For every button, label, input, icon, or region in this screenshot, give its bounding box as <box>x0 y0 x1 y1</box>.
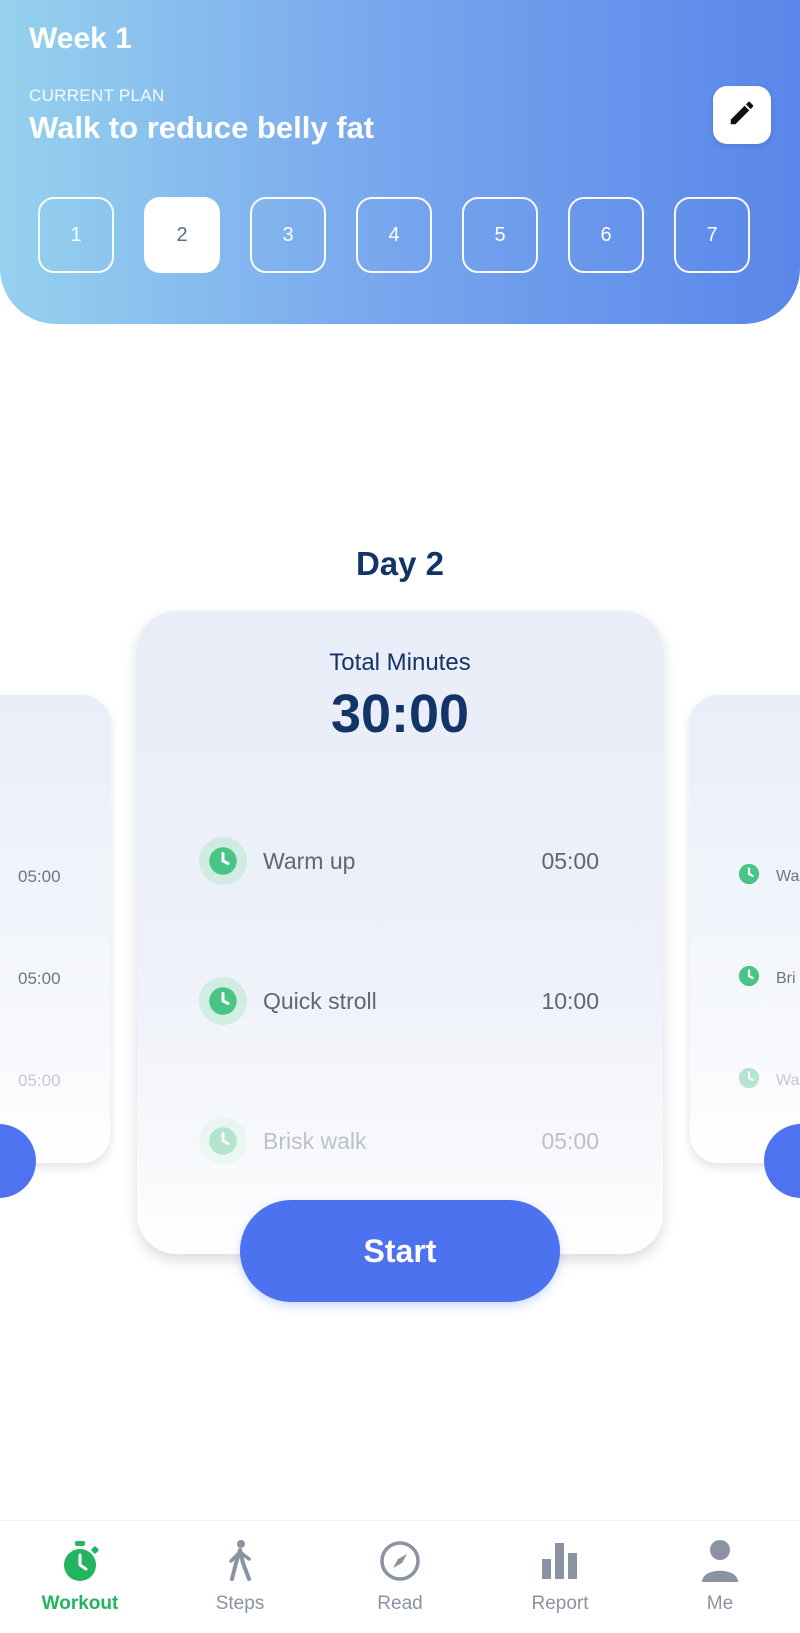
day-chip-4[interactable]: 4 <box>356 197 432 273</box>
exercise-time: 05:00 <box>541 1127 599 1154</box>
exercise-name: Wa <box>776 867 800 885</box>
exercise-name: Wa <box>776 1071 800 1089</box>
list-item: Warm up 05:00 <box>199 836 599 886</box>
tab-workout[interactable]: Workout <box>0 1521 160 1633</box>
workout-card: Total Minutes 30:00 Warm up 05:00 Quick … <box>137 611 663 1254</box>
edit-plan-button[interactable] <box>713 86 771 144</box>
exercise-name: Quick stroll <box>263 987 377 1014</box>
list-item: Quick stroll 10:00 <box>199 976 599 1026</box>
exercise-time: 05:00 <box>18 969 61 988</box>
walking-person-icon <box>225 1537 255 1585</box>
day-chip-7[interactable]: 7 <box>674 197 750 273</box>
tab-label: Steps <box>215 1593 265 1614</box>
tab-read[interactable]: Read <box>320 1521 480 1633</box>
tab-me[interactable]: Me <box>640 1521 800 1633</box>
total-minutes-value: 30:00 <box>330 684 470 744</box>
bar-chart-icon <box>539 1537 581 1585</box>
clock-icon <box>738 965 760 992</box>
compass-icon <box>379 1537 421 1585</box>
day-heading: Day 2 <box>355 545 445 582</box>
day-chip-1[interactable]: 1 <box>38 197 114 273</box>
day-chip-3[interactable]: 3 <box>250 197 326 273</box>
bottom-tab-bar: Workout Steps Read Report Me <box>0 1520 800 1633</box>
list-item: Wa <box>738 863 799 890</box>
previous-day-card[interactable]: 05:00 05:00 05:00 <box>0 695 110 1163</box>
stopwatch-icon <box>59 1537 101 1585</box>
week-title: Week 1 <box>29 22 132 55</box>
next-day-card[interactable]: Wa Bri Wa <box>690 695 800 1163</box>
tab-label: Report <box>531 1593 589 1614</box>
tab-report[interactable]: Report <box>480 1521 640 1633</box>
clock-icon <box>199 837 247 885</box>
list-item: Bri <box>738 965 796 992</box>
clock-icon <box>199 977 247 1025</box>
day-chip-5[interactable]: 5 <box>462 197 538 273</box>
list-item: Brisk walk 05:00 <box>199 1116 599 1166</box>
day-chip-6[interactable]: 6 <box>568 197 644 273</box>
exercise-name: Warm up <box>263 847 356 874</box>
plan-header: Week 1 CURRENT PLAN Walk to reduce belly… <box>0 0 800 324</box>
exercise-time: 10:00 <box>541 987 599 1014</box>
current-plan-label: CURRENT PLAN <box>29 86 165 105</box>
pencil-icon <box>727 98 757 133</box>
list-item: Wa <box>738 1067 799 1094</box>
tab-label: Read <box>377 1593 423 1614</box>
tab-label: Workout <box>41 1593 119 1614</box>
person-icon <box>700 1537 740 1585</box>
exercise-name: Bri <box>776 969 796 987</box>
tab-steps[interactable]: Steps <box>160 1521 320 1633</box>
total-minutes-label: Total Minutes <box>329 649 471 676</box>
exercise-time: 05:00 <box>18 867 61 886</box>
plan-name: Walk to reduce belly fat <box>29 110 375 145</box>
exercise-time: 05:00 <box>541 847 599 874</box>
start-button[interactable]: Start <box>240 1200 560 1302</box>
clock-icon <box>738 1067 760 1094</box>
tab-label: Me <box>706 1593 734 1614</box>
exercise-time: 05:00 <box>18 1071 61 1090</box>
clock-icon <box>738 863 760 890</box>
day-chip-2[interactable]: 2 <box>144 197 220 273</box>
exercise-name: Brisk walk <box>263 1127 367 1154</box>
clock-icon <box>199 1117 247 1165</box>
